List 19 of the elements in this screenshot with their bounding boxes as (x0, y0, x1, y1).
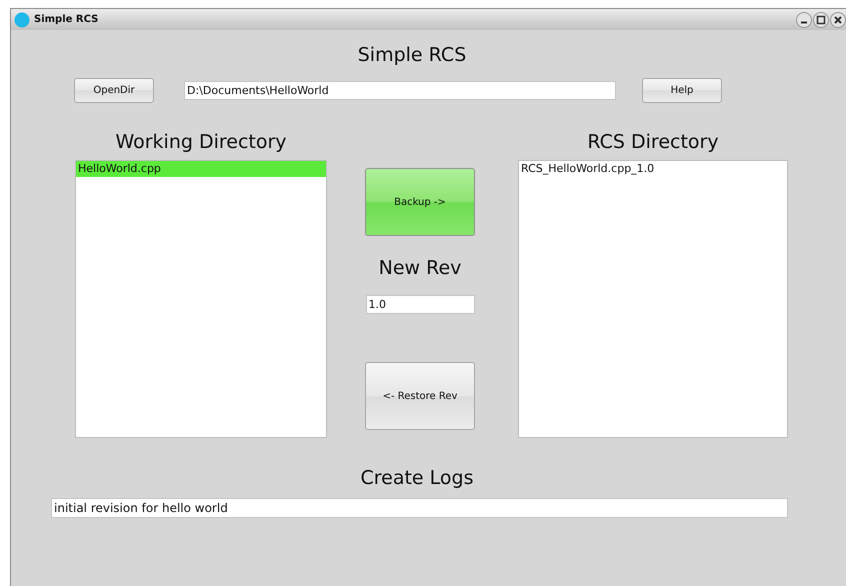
working-directory-heading: Working Directory (114, 130, 288, 155)
close-icon[interactable] (830, 12, 846, 28)
log-field[interactable]: initial revision for hello world (51, 498, 788, 518)
maximize-icon[interactable] (813, 12, 829, 28)
new-rev-field[interactable]: 1.0 (366, 295, 474, 314)
logo-icon (14, 12, 30, 28)
create-logs-heading: Create Logs (359, 466, 474, 490)
new-rev-heading: New Rev (378, 256, 462, 280)
file-item[interactable]: HelloWorld.cpp (76, 161, 326, 177)
path-field[interactable]: D:\Documents\HelloWorld (184, 81, 616, 100)
help-button[interactable]: Help (642, 78, 722, 103)
window-title: Simple RCS (34, 14, 98, 25)
file-item[interactable]: RCS_HelloWorld.cpp_1.0 (519, 161, 787, 177)
app-title: Simple RCS (356, 43, 468, 67)
backup-button[interactable]: Backup -> (365, 168, 475, 236)
rcs-directory-heading: RCS Directory (586, 130, 720, 155)
restore-rev-button[interactable]: <- Restore Rev (365, 362, 475, 430)
minimize-icon[interactable] (796, 12, 812, 28)
open-dir-button[interactable]: OpenDir (74, 78, 154, 103)
